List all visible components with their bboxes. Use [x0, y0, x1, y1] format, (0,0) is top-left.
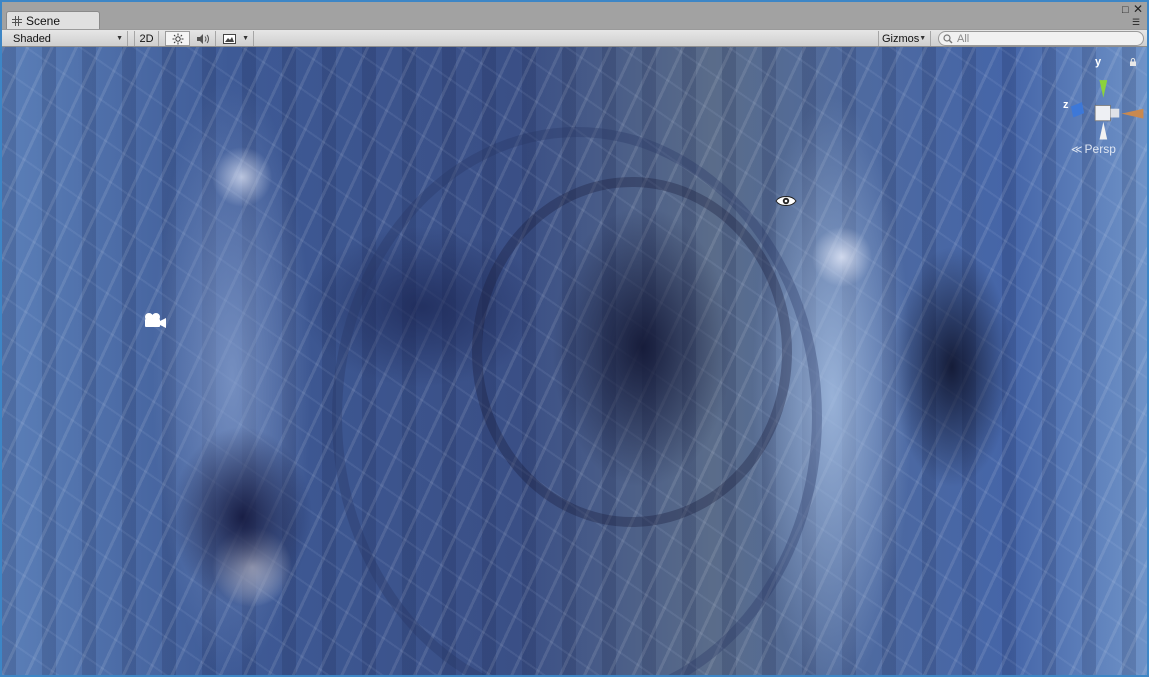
tunnel-ring [472, 177, 792, 527]
dropdown-arrow-icon: ▼ [242, 35, 249, 42]
lock-icon[interactable] [1129, 58, 1137, 66]
projection-arrow-icon: ≪ [1071, 143, 1083, 156]
camera-gizmo-icon[interactable] [141, 311, 167, 329]
gizmo-center-cube[interactable] [1094, 104, 1111, 122]
tab-bar: Scene □ ✕ ☰ [2, 2, 1147, 30]
gizmo-y-arrow[interactable] [1099, 80, 1108, 98]
menu-icon[interactable]: ☰ [1132, 17, 1140, 27]
scene-window: Scene □ ✕ ☰ Shaded ▼ 2D ▼ Gizmos ▼ All y… [1, 1, 1148, 676]
sun-icon [172, 33, 183, 44]
scene-viewport[interactable]: y z ≪ Persp [2, 47, 1147, 675]
scene-grid-icon [12, 16, 22, 26]
mode-2d-label: 2D [139, 32, 154, 45]
mode-2d-button[interactable]: 2D [134, 31, 159, 46]
dropdown-arrow-icon: ▼ [116, 35, 123, 42]
search-input[interactable]: All [938, 31, 1144, 46]
audio-toggle-button[interactable] [191, 31, 216, 46]
search-placeholder: All [957, 32, 970, 45]
effects-dropdown[interactable]: ▼ [219, 31, 254, 46]
eye-gizmo-icon[interactable] [775, 194, 797, 208]
projection-toggle[interactable]: ≪ Persp [1071, 142, 1116, 156]
projection-label: Persp [1084, 142, 1116, 156]
search-icon [943, 33, 953, 43]
speaker-icon [197, 33, 209, 44]
gizmos-label: Gizmos [882, 32, 920, 45]
gizmos-dropdown[interactable]: Gizmos ▼ [878, 31, 931, 46]
gizmo-z-label: z [1063, 99, 1069, 111]
shading-mode-dropdown[interactable]: Shaded ▼ [7, 31, 128, 46]
gizmo-z-arrow[interactable] [1070, 102, 1085, 118]
gizmo-neg-y-arrow[interactable] [1099, 121, 1108, 140]
lighting-toggle-button[interactable] [165, 31, 190, 46]
close-icon[interactable]: ✕ [1133, 3, 1143, 15]
maximize-icon[interactable]: □ [1122, 5, 1129, 16]
tab-scene-label: Scene [26, 14, 61, 28]
image-icon [223, 33, 236, 44]
gizmo-y-label: y [1095, 56, 1102, 68]
dropdown-arrow-icon: ▼ [919, 35, 927, 42]
shading-mode-label: Shaded [13, 32, 51, 45]
tab-scene[interactable]: Scene [6, 11, 100, 30]
gizmo-x-arrow[interactable] [1121, 108, 1144, 119]
scene-toolbar: Shaded ▼ 2D ▼ Gizmos ▼ All [2, 29, 1147, 47]
